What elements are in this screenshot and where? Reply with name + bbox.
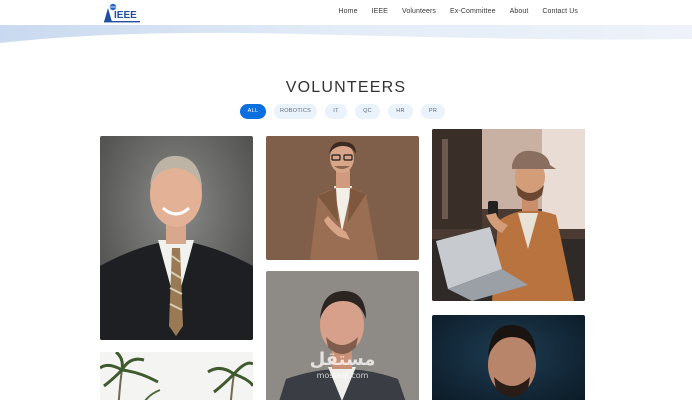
nav-about[interactable]: About xyxy=(510,8,529,15)
volunteer-photo-6[interactable] xyxy=(432,315,585,400)
volunteer-photo-5[interactable]: مستقل mostaql.com xyxy=(266,271,419,400)
section-title: VOLUNTEERS xyxy=(285,78,407,96)
volunteer-photo-2[interactable] xyxy=(266,136,419,260)
ieee-logo[interactable]: IEEE xyxy=(101,2,143,24)
page: IEEE Home IEEE Volunteers Ex-Committee A… xyxy=(0,0,692,400)
volunteer-photo-1[interactable] xyxy=(100,136,253,340)
filter-qc[interactable]: QC xyxy=(355,104,380,119)
watermark-url: mostaql.com xyxy=(316,371,369,380)
filter-bar: ALL ROBOTICS IT QC HR PR xyxy=(0,104,692,120)
nav-contact-us[interactable]: Contact Us xyxy=(542,8,578,15)
filter-robotics[interactable]: ROBOTICS xyxy=(274,104,317,119)
filter-all[interactable]: ALL xyxy=(240,104,266,119)
main-nav: Home IEEE Volunteers Ex-Committee About … xyxy=(339,8,579,15)
volunteer-photo-3[interactable] xyxy=(432,129,585,301)
top-navbar: IEEE Home IEEE Volunteers Ex-Committee A… xyxy=(0,0,692,26)
volunteer-photo-4[interactable] xyxy=(100,352,253,400)
header-wave-decoration xyxy=(0,25,692,43)
filter-it[interactable]: IT xyxy=(325,104,347,119)
filter-pr[interactable]: PR xyxy=(421,104,445,119)
nav-ieee[interactable]: IEEE xyxy=(372,8,388,15)
nav-volunteers[interactable]: Volunteers xyxy=(402,8,436,15)
filter-hr[interactable]: HR xyxy=(388,104,413,119)
watermark-arabic: مستقل xyxy=(309,349,376,370)
nav-ex-committee[interactable]: Ex-Committee xyxy=(450,8,496,15)
nav-home[interactable]: Home xyxy=(339,8,358,15)
logo-text: IEEE xyxy=(114,10,137,21)
